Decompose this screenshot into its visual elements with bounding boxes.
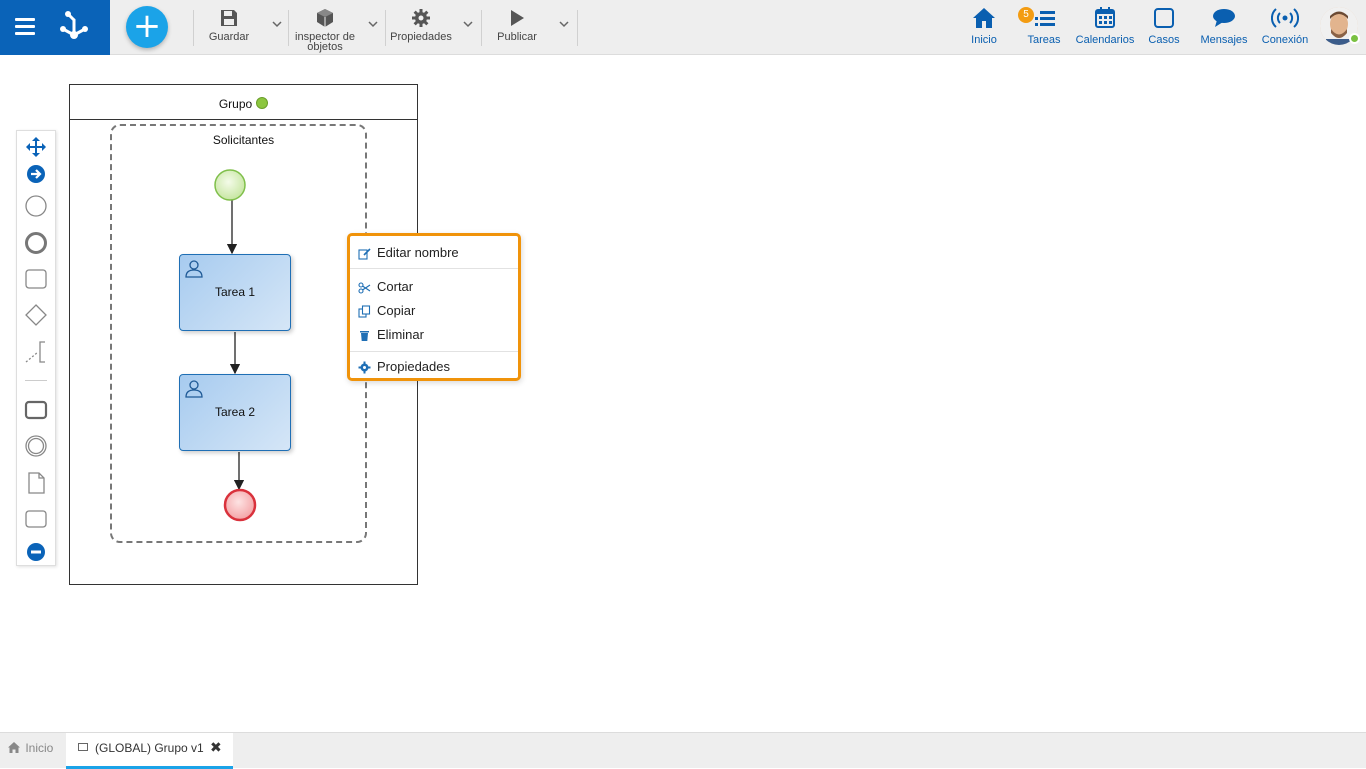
menu-item-cut[interactable]: Cortar (350, 276, 518, 298)
menu-item-delete[interactable]: Eliminar (350, 324, 518, 346)
process-tab-icon (78, 743, 88, 751)
trash-icon (360, 331, 369, 341)
menu-item-label: Cortar (377, 279, 414, 294)
scissors-icon (358, 282, 371, 294)
menu-item-label: Propiedades (377, 359, 450, 374)
menu-item-edit-name[interactable]: Editar nombre (350, 242, 518, 264)
gear-icon (358, 361, 371, 374)
task-2-label: Tarea 2 (214, 405, 256, 419)
home-icon (8, 742, 20, 753)
user-task-icon (185, 380, 203, 398)
tab-label: (GLOBAL) Grupo v1 (95, 741, 204, 755)
tab-home-label: Inicio (25, 741, 54, 755)
task-2[interactable]: Tarea 2 (179, 374, 291, 451)
context-menu: Editar nombre Cortar Copiar Eliminar Pro… (347, 233, 521, 381)
copy-icon (358, 305, 371, 318)
end-event (223, 488, 257, 522)
menu-item-label: Editar nombre (377, 245, 459, 260)
menu-divider (350, 268, 518, 269)
close-tab-icon[interactable]: ✖ (210, 739, 222, 756)
bottom-tab-bar: Inicio (GLOBAL) Grupo v1 ✖ (0, 732, 1366, 769)
tab-process-group[interactable]: (GLOBAL) Grupo v1 ✖ (66, 733, 233, 769)
edit-icon (358, 248, 371, 260)
user-task-icon (185, 260, 203, 278)
task-1-label: Tarea 1 (214, 285, 256, 299)
menu-item-label: Copiar (377, 303, 416, 318)
menu-item-copy[interactable]: Copiar (350, 300, 518, 322)
menu-item-label: Eliminar (377, 327, 424, 342)
task-1[interactable]: Tarea 1 (179, 254, 291, 331)
start-event (214, 169, 246, 201)
menu-divider (350, 351, 518, 352)
menu-item-properties[interactable]: Propiedades (350, 356, 518, 378)
tab-home[interactable]: Inicio (8, 741, 53, 755)
